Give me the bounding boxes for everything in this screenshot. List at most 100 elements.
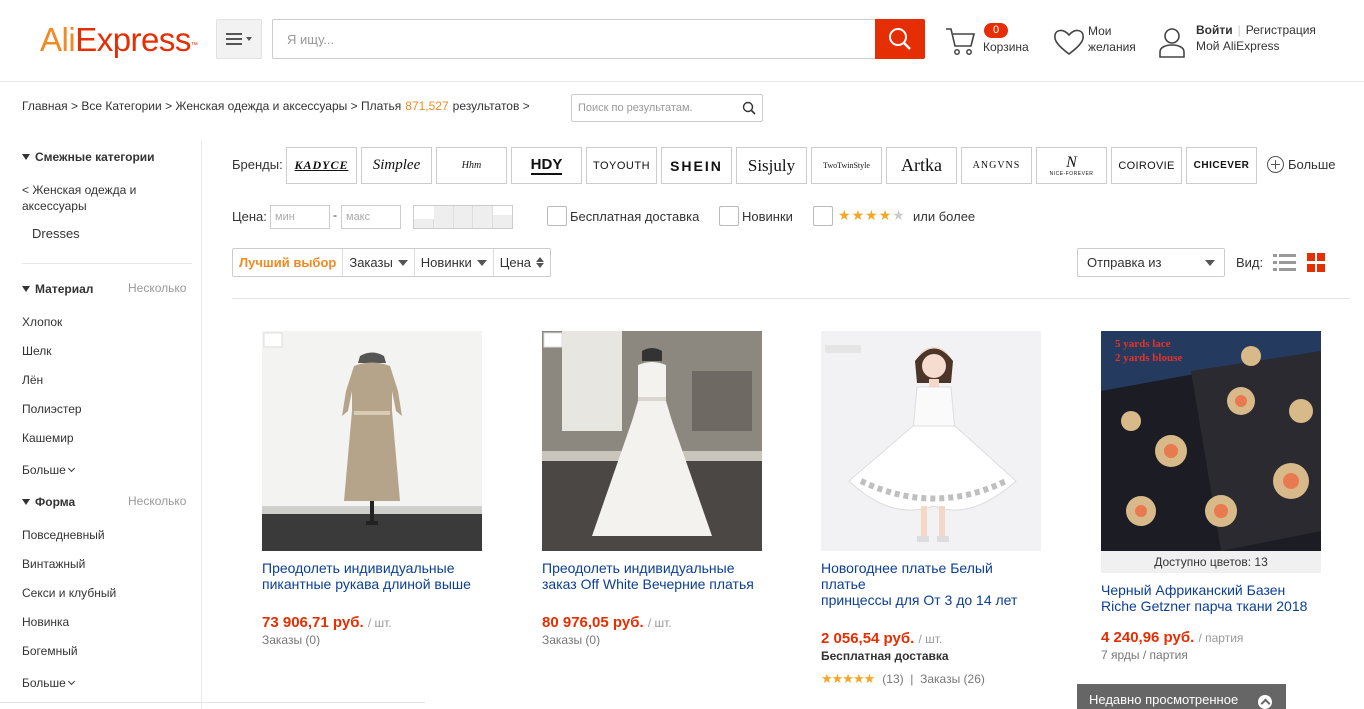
ship-from-label: Отправка из <box>1087 255 1162 270</box>
new-arrivals-label[interactable]: Новинки <box>742 209 793 224</box>
brand-logo-text: Hhm <box>461 160 482 171</box>
rating-count[interactable]: (13) <box>882 672 903 686</box>
login-link[interactable]: Войти <box>1196 23 1233 37</box>
cart-link[interactable]: 0 Корзина <box>945 22 1035 58</box>
list-view-icon[interactable] <box>1273 253 1296 271</box>
brand-filter-nice-forever[interactable]: N NICE-FOREVER <box>1036 147 1107 184</box>
shape-title: Форма <box>35 495 76 509</box>
material-title: Материал <box>35 282 94 296</box>
my-aliexpress-link[interactable]: Мой AliExpress <box>1196 38 1316 54</box>
wishlist-label-line1: Мои <box>1088 24 1112 38</box>
product-title-link[interactable]: Преодолеть индивидуальные заказ Off Whit… <box>542 560 762 592</box>
grid-view-icon[interactable] <box>1307 253 1326 272</box>
categories-menu-button[interactable] <box>216 19 262 59</box>
product-image[interactable] <box>821 331 1041 551</box>
shape-item[interactable]: Винтажный <box>22 557 85 571</box>
shape-more-button[interactable]: Больше <box>22 676 75 690</box>
triangle-down-icon <box>22 286 30 292</box>
price-min-input[interactable]: мин <box>270 205 330 229</box>
product-title-line: заказ Off White Вечерние платья <box>542 576 754 592</box>
brands-label: Бренды: <box>232 157 283 172</box>
free-shipping-label[interactable]: Бесплатная доставка <box>570 209 699 224</box>
register-link[interactable]: Регистрация <box>1246 23 1316 37</box>
material-item[interactable]: Лён <box>22 373 43 387</box>
search-input[interactable]: Я ищу... <box>272 19 876 59</box>
search-within-results-input[interactable]: Поиск по результатам. <box>571 94 763 122</box>
image-caption: 5 yards lace <box>1115 338 1171 350</box>
sort-newest[interactable]: Новинки <box>415 249 494 276</box>
price-histogram[interactable] <box>413 205 513 229</box>
brand-filter-hhm[interactable]: Hhm <box>436 147 507 184</box>
rating-checkbox[interactable] <box>813 206 833 226</box>
breadcrumb-category[interactable]: Женская одежда и аксессуары <box>175 99 347 113</box>
caret-down-icon <box>476 259 487 266</box>
shape-heading[interactable]: Форма <box>22 495 75 509</box>
shape-multiple-toggle[interactable]: Несколько <box>128 494 186 508</box>
results-label: результатов <box>452 99 520 113</box>
sort-best-match[interactable]: Лучший выбор <box>233 249 344 276</box>
shape-item[interactable]: Повседневный <box>22 528 105 542</box>
aliexpress-logo[interactable]: AliExpress™ <box>40 20 198 60</box>
product-card[interactable]: Преодолеть индивидуальные пикантные рука… <box>262 331 482 647</box>
brand-filter-simplee[interactable]: Simplee <box>361 147 432 184</box>
shape-item[interactable]: Новинка <box>22 615 69 629</box>
brand-filter-angvns[interactable]: ANGVNS <box>961 147 1032 184</box>
brand-filter-hdy[interactable]: HDY <box>511 147 582 184</box>
related-categories-title: Смежные категории <box>35 150 155 164</box>
divider <box>232 298 1350 299</box>
ship-from-select[interactable]: Отправка из <box>1077 248 1225 277</box>
product-card[interactable]: Новогоднее платье Белый платье принцессы… <box>821 331 1041 687</box>
product-orders[interactable]: Заказы (26) <box>920 672 985 686</box>
brand-filter-coirovie[interactable]: COIROVIE <box>1111 147 1182 184</box>
product-price: 2 056,54 руб. / шт. <box>821 630 1041 647</box>
product-title-link[interactable]: Преодолеть индивидуальные пикантные рука… <box>262 560 482 592</box>
search-icon[interactable] <box>742 101 756 115</box>
breadcrumb-home[interactable]: Главная <box>22 99 68 113</box>
recently-viewed-toggle[interactable]: Недавно просмотренное <box>1077 684 1286 709</box>
product-image[interactable]: 5 yards lace 2 yards blouse <box>1101 331 1321 551</box>
product-title-link[interactable]: Новогоднее платье Белый платье принцессы… <box>821 560 1041 608</box>
product-title-link[interactable]: Черный Африканский Базен Riche Getzner п… <box>1101 582 1321 614</box>
brands-more-button[interactable]: Больше <box>1267 156 1336 173</box>
parent-category-line1: < Женская одежда и <box>22 183 137 197</box>
brand-filter-kadyce[interactable]: KADYCE <box>286 147 357 184</box>
price-max-input[interactable]: макс <box>341 205 401 229</box>
sort-price[interactable]: Цена <box>494 249 550 276</box>
material-multiple-toggle[interactable]: Несколько <box>128 281 186 295</box>
chevron-up-icon <box>1258 695 1272 709</box>
shape-item[interactable]: Богемный <box>22 644 78 658</box>
product-image[interactable] <box>542 331 762 551</box>
material-item[interactable]: Полиэстер <box>22 402 82 416</box>
brand-filter-chicever[interactable]: CHICEVER <box>1186 147 1257 184</box>
material-item[interactable]: Шелк <box>22 344 52 358</box>
product-card[interactable]: Преодолеть индивидуальные заказ Off Whit… <box>542 331 762 647</box>
brand-filter-toyouth[interactable]: TOYOUTH <box>586 147 657 184</box>
material-more-button[interactable]: Больше <box>22 463 75 477</box>
product-card[interactable]: 5 yards lace 2 yards blouse Доступно цве… <box>1101 331 1321 662</box>
price-label: Цена: <box>232 209 267 224</box>
new-arrivals-checkbox[interactable] <box>719 206 739 226</box>
related-categories-heading[interactable]: Смежные категории <box>22 150 155 164</box>
sort-orders[interactable]: Заказы <box>343 249 415 276</box>
parent-category-link[interactable]: < Женская одежда и аксессуары <box>22 182 136 214</box>
price-histogram-bar <box>453 206 474 228</box>
brand-filter-shein[interactable]: SHEIN <box>661 147 732 184</box>
brand-filter-sisjuly[interactable]: Sisjuly <box>736 147 807 184</box>
material-item[interactable]: Кашемир <box>22 431 74 445</box>
product-image[interactable] <box>262 331 482 551</box>
sort-best-match-label: Лучший выбор <box>239 255 337 270</box>
product-price: 4 240,96 руб. / партия <box>1101 629 1321 646</box>
brand-logo-text: ANGVNS <box>972 160 1021 171</box>
free-shipping-checkbox[interactable] <box>547 206 567 226</box>
brand-logo-text: Sisjuly <box>747 155 796 175</box>
caret-down-icon <box>1205 260 1215 266</box>
breadcrumb-current: Платья <box>360 99 402 113</box>
material-item[interactable]: Хлопок <box>22 315 62 329</box>
material-heading[interactable]: Материал <box>22 282 93 296</box>
rating-or-more-label[interactable]: или более <box>913 209 975 224</box>
search-button[interactable] <box>875 19 925 59</box>
brand-filter-twotwinstyle[interactable]: TwoTwinStyle <box>811 147 882 184</box>
brand-filter-artka[interactable]: Artka <box>886 147 957 184</box>
breadcrumb-all-categories[interactable]: Все Категории <box>81 99 161 113</box>
shape-item[interactable]: Секси и клубный <box>22 586 116 600</box>
